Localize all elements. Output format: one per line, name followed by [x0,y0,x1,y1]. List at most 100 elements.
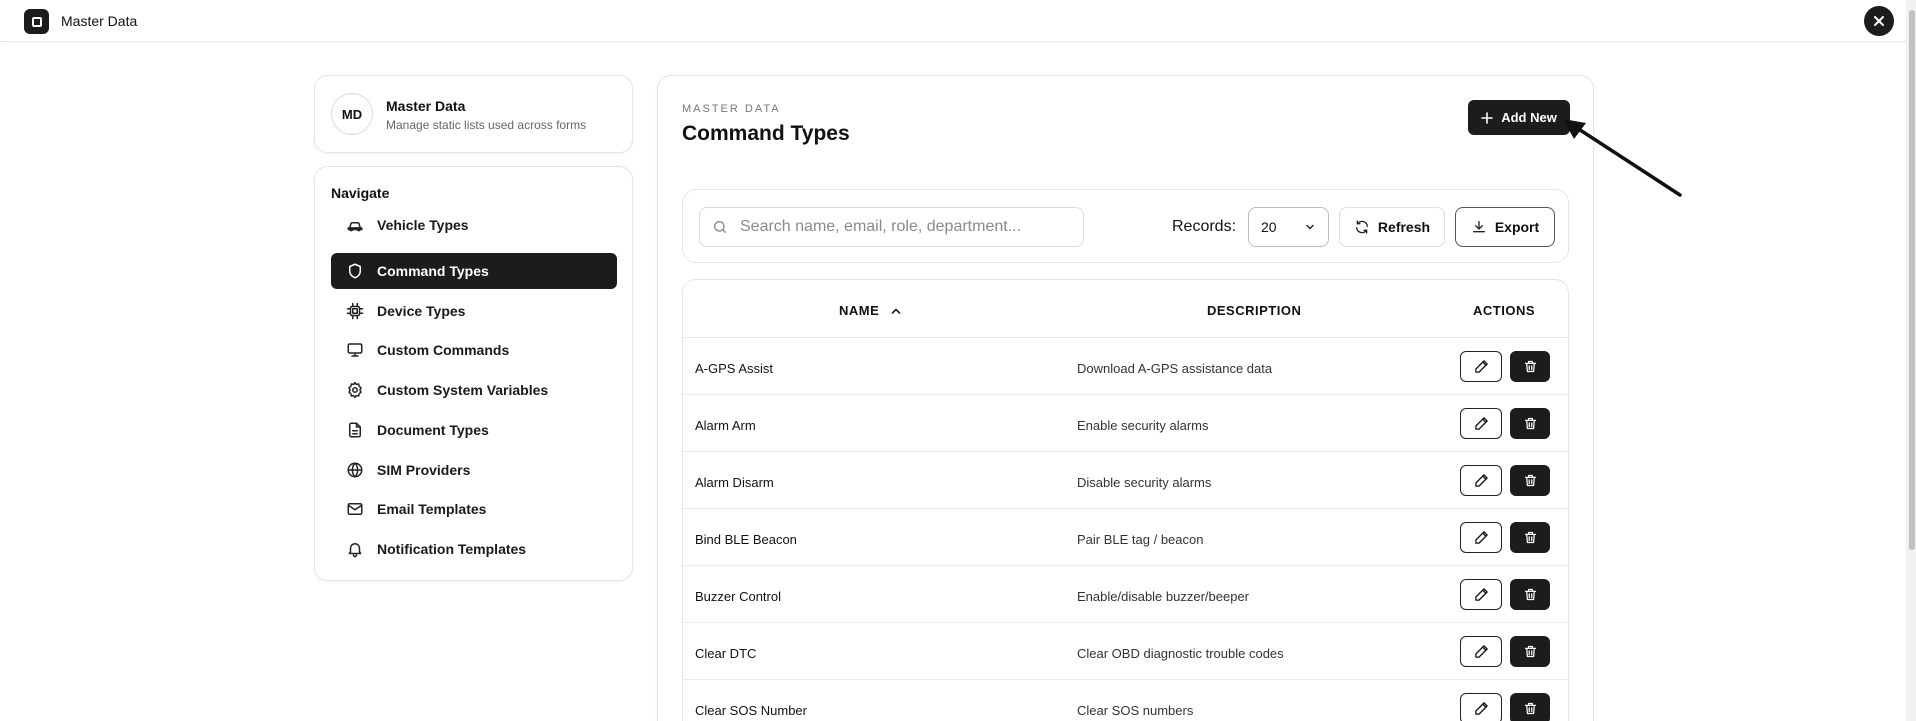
cell-name: Alarm Arm [695,418,756,433]
section-eyebrow: MASTER DATA [682,103,781,115]
profile-title: Master Data [386,98,466,114]
delete-button[interactable] [1510,693,1550,721]
cell-name: Clear SOS Number [695,703,807,718]
app-logo-icon [24,9,49,34]
nav-heading: Navigate [331,185,390,201]
avatar: MD [331,93,373,135]
add-new-button[interactable]: Add New [1468,100,1570,135]
export-label: Export [1494,219,1540,235]
sidebar-item-sim-providers[interactable]: SIM Providers [331,452,617,488]
cell-name: A-GPS Assist [695,361,774,376]
document-icon [346,421,364,439]
column-header-actions: ACTIONS [1473,303,1535,318]
cell-description: Enable/disable buzzer/beeper [1077,589,1250,604]
edit-button[interactable] [1460,408,1502,439]
chevron-down-icon [1306,224,1314,230]
close-button[interactable] [1864,6,1894,36]
edit-button[interactable] [1460,579,1502,610]
records-label: Records: [1172,218,1237,235]
pencil-icon [1474,360,1488,373]
globe-icon [346,461,364,479]
edit-button[interactable] [1460,693,1502,721]
cell-name: Buzzer Control [695,589,781,604]
pencil-icon [1474,417,1488,430]
edit-button[interactable] [1460,522,1502,553]
table-row: Alarm Arm Enable security alarms [683,395,1568,452]
delete-button[interactable] [1510,465,1550,496]
delete-button[interactable] [1510,351,1550,382]
refresh-icon [1355,220,1368,234]
delete-button[interactable] [1510,579,1550,610]
search-box[interactable] [699,207,1084,247]
search-input[interactable] [740,218,1060,236]
table-row: Clear DTC Clear OBD diagnostic trouble c… [683,623,1568,680]
pencil-icon [1474,588,1488,601]
sidebar-item-label: Vehicle Types [377,217,469,233]
refresh-label: Refresh [1377,219,1431,235]
profile-subtitle: Manage static lists used across forms [386,118,587,132]
mail-icon [346,500,364,518]
refresh-button[interactable]: Refresh [1339,207,1445,247]
annotation-arrow-icon [1563,119,1682,197]
gear-icon [346,381,364,399]
cell-description: Download A-GPS assistance data [1077,361,1273,376]
profile-card: MD Master Data Manage static lists used … [314,75,633,153]
cell-description: Pair BLE tag / beacon [1077,532,1204,547]
car-icon [346,216,364,234]
delete-button[interactable] [1510,636,1550,667]
trash-icon [1524,702,1536,715]
table-row: Clear SOS Number Clear SOS numbers [683,680,1568,721]
table-row: Alarm Disarm Disable security alarms [683,452,1568,509]
top-bar: Master Data [0,0,1916,42]
shield-icon [346,262,364,280]
data-table: NAME DESCRIPTION ACTIONS A-GPS Assist Do… [682,279,1569,721]
trash-icon [1524,588,1536,601]
chip-icon [346,302,364,320]
main-panel: MASTER DATA Command Types Add New Record… [657,75,1594,721]
sidebar-item-label: Command Types [377,263,489,279]
search-icon [714,221,726,233]
close-icon [1874,16,1884,26]
delete-button[interactable] [1510,522,1550,553]
pencil-icon [1474,702,1488,715]
scrollbar-thumb[interactable] [1909,10,1915,550]
edit-button[interactable] [1460,351,1502,382]
edit-button[interactable] [1460,636,1502,667]
column-header-name[interactable]: NAME [839,303,901,318]
sidebar-item-custom-system-variables[interactable]: Custom System Variables [331,372,617,408]
page-title: Command Types [682,122,850,145]
sidebar-item-document-types[interactable]: Document Types [331,412,617,448]
download-icon [1472,221,1485,233]
sidebar-item-vehicle-types[interactable]: Vehicle Types [331,207,617,243]
table-row: A-GPS Assist Download A-GPS assistance d… [683,338,1568,395]
pencil-icon [1474,645,1488,658]
table-row: Buzzer Control Enable/disable buzzer/bee… [683,566,1568,623]
sidebar-item-command-types[interactable]: Command Types [331,253,617,289]
pencil-icon [1474,474,1488,487]
trash-icon [1524,474,1536,487]
monitor-icon [346,341,364,359]
sidebar-item-custom-commands[interactable]: Custom Commands [331,332,617,368]
table-toolbar: Records: 20 Refresh Export [682,189,1569,263]
sidebar-item-notification-templates[interactable]: Notification Templates [331,531,617,567]
sidebar-item-device-types[interactable]: Device Types [331,293,617,329]
cell-description: Disable security alarms [1077,475,1212,490]
trash-icon [1524,531,1536,544]
sidebar-item-label: Custom Commands [377,342,510,358]
trash-icon [1524,417,1536,430]
bell-icon [346,540,364,558]
edit-button[interactable] [1460,465,1502,496]
delete-button[interactable] [1510,408,1550,439]
records-select[interactable]: 20 [1248,207,1329,247]
sidebar-item-label: Document Types [377,422,489,438]
records-value: 20 [1261,219,1277,235]
trash-icon [1524,645,1536,658]
export-button[interactable]: Export [1455,207,1555,247]
table-header: NAME DESCRIPTION ACTIONS [683,280,1568,338]
sidebar-item-label: Email Templates [377,501,487,517]
sidebar-item-email-templates[interactable]: Email Templates [331,491,617,527]
table-row: Bind BLE Beacon Pair BLE tag / beacon [683,509,1568,566]
cell-description: Enable security alarms [1077,418,1209,433]
column-header-description: DESCRIPTION [1207,303,1302,318]
cell-name: Alarm Disarm [695,475,774,490]
